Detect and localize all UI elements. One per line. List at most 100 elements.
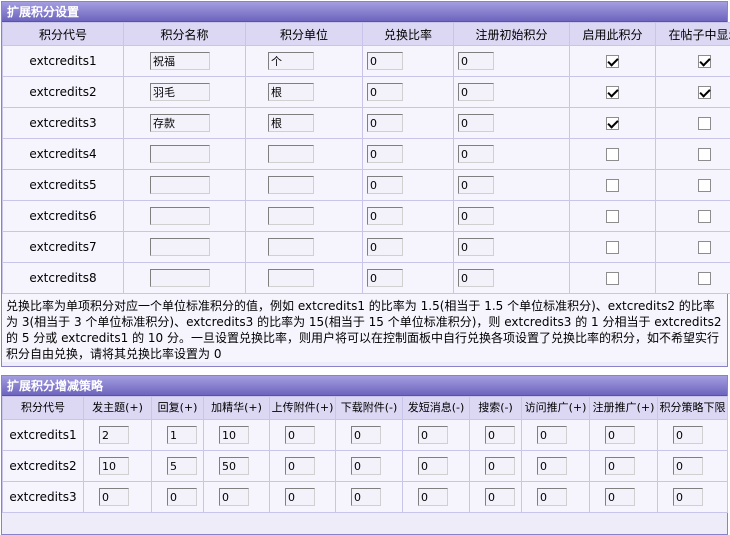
- initial-credit-input[interactable]: [458, 52, 494, 70]
- enable-credit-checkbox[interactable]: [606, 210, 619, 223]
- credit-unit-input[interactable]: [268, 83, 314, 101]
- table-row: extcredits1: [3, 46, 730, 77]
- credit-unit-input[interactable]: [268, 145, 314, 163]
- credit-unit-input[interactable]: [268, 114, 314, 132]
- credit-unit-input-cell: [246, 46, 363, 77]
- policy-value-input[interactable]: [605, 488, 635, 506]
- ratio-input[interactable]: [367, 238, 403, 256]
- policy-value-input[interactable]: [219, 457, 249, 475]
- credit-unit-input[interactable]: [268, 176, 314, 194]
- credit-name-input[interactable]: [150, 207, 210, 225]
- show-in-post-checkbox[interactable]: [698, 241, 711, 254]
- policy-value-cell: [270, 451, 336, 482]
- policy-value-input[interactable]: [485, 488, 515, 506]
- initial-credit-input[interactable]: [458, 114, 494, 132]
- enable-credit-checkbox[interactable]: [606, 179, 619, 192]
- column-header: 兑换比率: [363, 23, 454, 46]
- column-header: 访问推广(+): [522, 397, 590, 420]
- initial-credit-input[interactable]: [458, 83, 494, 101]
- show-in-post-checkbox-cell: [656, 201, 730, 232]
- policy-value-input[interactable]: [99, 426, 129, 444]
- policy-value-cell: [336, 420, 403, 451]
- policy-value-input[interactable]: [537, 426, 567, 444]
- policy-value-input[interactable]: [167, 457, 197, 475]
- policy-value-input[interactable]: [418, 488, 448, 506]
- initial-credit-input[interactable]: [458, 207, 494, 225]
- credit-name-input[interactable]: [150, 145, 210, 163]
- enable-credit-checkbox[interactable]: [606, 55, 619, 68]
- policy-value-cell: [270, 482, 336, 513]
- policy-value-input[interactable]: [285, 457, 315, 475]
- table-row: extcredits2: [3, 451, 728, 482]
- column-header: 发短消息(-): [403, 397, 470, 420]
- credit-name-input[interactable]: [150, 238, 210, 256]
- initial-credit-input[interactable]: [458, 145, 494, 163]
- credit-name-input[interactable]: [150, 269, 210, 287]
- enable-credit-checkbox-cell: [570, 108, 656, 139]
- policy-value-cell: [152, 482, 204, 513]
- show-in-post-checkbox[interactable]: [698, 117, 711, 130]
- policy-value-input[interactable]: [537, 488, 567, 506]
- show-in-post-checkbox[interactable]: [698, 272, 711, 285]
- credit-name-input[interactable]: [150, 83, 210, 101]
- ratio-input[interactable]: [367, 52, 403, 70]
- credit-unit-input-cell: [246, 232, 363, 263]
- policy-value-input[interactable]: [485, 457, 515, 475]
- credit-unit-input[interactable]: [268, 238, 314, 256]
- ratio-input[interactable]: [367, 207, 403, 225]
- initial-credit-input[interactable]: [458, 269, 494, 287]
- policy-value-input[interactable]: [485, 426, 515, 444]
- policy-value-cell: [590, 420, 658, 451]
- policy-value-input[interactable]: [99, 488, 129, 506]
- policy-value-input[interactable]: [167, 488, 197, 506]
- policy-value-input[interactable]: [673, 457, 703, 475]
- ratio-input[interactable]: [367, 114, 403, 132]
- enable-credit-checkbox[interactable]: [606, 148, 619, 161]
- show-in-post-checkbox[interactable]: [698, 179, 711, 192]
- policy-value-input[interactable]: [537, 457, 567, 475]
- policy-value-input[interactable]: [418, 426, 448, 444]
- enable-credit-checkbox[interactable]: [606, 117, 619, 130]
- show-in-post-checkbox[interactable]: [698, 148, 711, 161]
- initial-credit-input[interactable]: [458, 176, 494, 194]
- policy-value-input[interactable]: [167, 426, 197, 444]
- credit-unit-input[interactable]: [268, 269, 314, 287]
- policy-value-input[interactable]: [351, 488, 381, 506]
- policy-value-input[interactable]: [285, 488, 315, 506]
- policy-value-input[interactable]: [418, 457, 448, 475]
- policy-value-cell: [522, 420, 590, 451]
- policy-value-input[interactable]: [673, 426, 703, 444]
- ratio-input[interactable]: [367, 269, 403, 287]
- table-header-row: 积分代号发主题(+)回复(+)加精华(+)上传附件(+)下载附件(-)发短消息(…: [3, 397, 728, 420]
- show-in-post-checkbox-cell: [656, 46, 730, 77]
- policy-value-input[interactable]: [351, 457, 381, 475]
- credit-name-input[interactable]: [150, 176, 210, 194]
- enable-credit-checkbox[interactable]: [606, 86, 619, 99]
- policy-value-input[interactable]: [351, 426, 381, 444]
- table-row: extcredits3: [3, 108, 730, 139]
- policy-value-input[interactable]: [219, 426, 249, 444]
- ratio-input[interactable]: [367, 176, 403, 194]
- credit-name-input[interactable]: [150, 52, 210, 70]
- enable-credit-checkbox[interactable]: [606, 241, 619, 254]
- column-header: 注册初始积分: [454, 23, 570, 46]
- credit-name-input-cell: [124, 232, 246, 263]
- policy-value-cell: [522, 482, 590, 513]
- ratio-input[interactable]: [367, 83, 403, 101]
- policy-value-input[interactable]: [99, 457, 129, 475]
- ratio-input[interactable]: [367, 145, 403, 163]
- show-in-post-checkbox[interactable]: [698, 55, 711, 68]
- enable-credit-checkbox[interactable]: [606, 272, 619, 285]
- policy-value-input[interactable]: [285, 426, 315, 444]
- credit-name-input[interactable]: [150, 114, 210, 132]
- show-in-post-checkbox-cell: [656, 232, 730, 263]
- credit-unit-input[interactable]: [268, 52, 314, 70]
- show-in-post-checkbox[interactable]: [698, 210, 711, 223]
- initial-credit-input[interactable]: [458, 238, 494, 256]
- policy-value-input[interactable]: [605, 426, 635, 444]
- show-in-post-checkbox[interactable]: [698, 86, 711, 99]
- policy-value-input[interactable]: [673, 488, 703, 506]
- credit-unit-input[interactable]: [268, 207, 314, 225]
- policy-value-input[interactable]: [219, 488, 249, 506]
- policy-value-input[interactable]: [605, 457, 635, 475]
